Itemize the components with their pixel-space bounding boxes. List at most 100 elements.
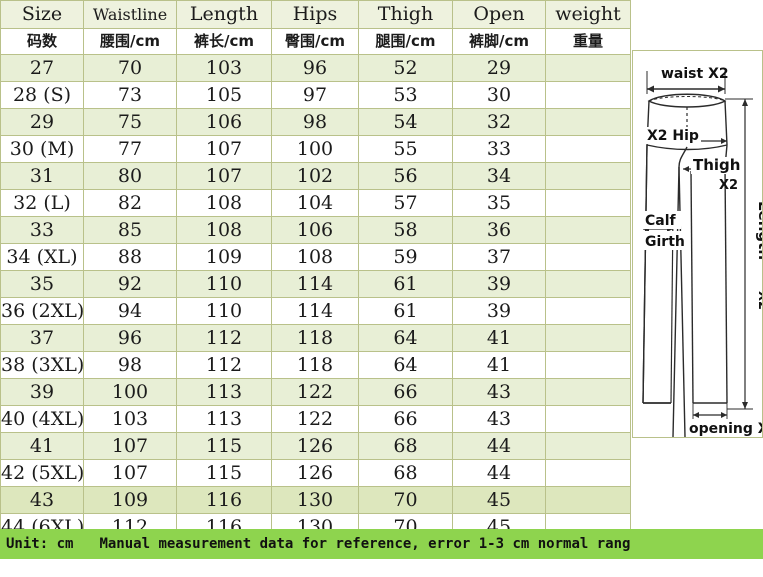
length-x2-label: X2 xyxy=(755,291,762,310)
cell-hips: 100 xyxy=(271,135,359,163)
footer-unit-label: Unit: cm xyxy=(6,536,74,552)
cell-thigh: 56 xyxy=(358,162,453,190)
cell-length: 105 xyxy=(176,81,272,109)
cell-waistline: 109 xyxy=(83,486,177,514)
pants-measurement-diagram: waist X2 X2 Hip Thigh X2 Calf Girth Leng… xyxy=(632,50,763,438)
cell-thigh: 64 xyxy=(358,324,453,352)
cell-waistline: 92 xyxy=(83,270,177,298)
cell-length: 109 xyxy=(176,243,272,271)
cell-weight xyxy=(545,486,631,514)
cell-size: 41 xyxy=(0,432,84,460)
cell-size: 37 xyxy=(0,324,84,352)
cell-thigh: 54 xyxy=(358,108,453,136)
table-row: 39 100 113 122 66 43 xyxy=(0,378,631,406)
cell-size: 38 (3XL) xyxy=(0,351,84,379)
cell-open: 43 xyxy=(452,378,546,406)
cell-hips: 126 xyxy=(271,432,359,460)
cell-length: 107 xyxy=(176,135,272,163)
size-chart-page: Size Waistline Length Hips Thigh Open weight 码数… xyxy=(0,0,763,577)
cell-open: 32 xyxy=(452,108,546,136)
table-row: 36 (2XL) 94 110 114 61 39 xyxy=(0,297,631,325)
cell-waistline: 107 xyxy=(83,459,177,487)
cell-open: 41 xyxy=(452,351,546,379)
column-header-hips: Hips xyxy=(271,0,359,29)
cell-hips: 96 xyxy=(271,54,359,82)
cell-size: 28 (S) xyxy=(0,81,84,109)
cell-size: 34 (XL) xyxy=(0,243,84,271)
cell-size: 35 xyxy=(0,270,84,298)
cell-length: 108 xyxy=(176,189,272,217)
cell-open: 43 xyxy=(452,405,546,433)
table-row: 35 92 110 114 61 39 xyxy=(0,270,631,298)
cell-length: 113 xyxy=(176,378,272,406)
cell-hips: 122 xyxy=(271,378,359,406)
cell-thigh: 58 xyxy=(358,216,453,244)
table-row: 37 96 112 118 64 41 xyxy=(0,324,631,352)
cell-hips: 104 xyxy=(271,189,359,217)
calf-label: Calf xyxy=(645,213,677,229)
cell-size: 42 (5XL) xyxy=(0,459,84,487)
cell-size: 40 (4XL) xyxy=(0,405,84,433)
table-row: 33 85 108 106 58 36 xyxy=(0,216,631,244)
cell-length: 112 xyxy=(176,351,272,379)
cell-waistline: 75 xyxy=(83,108,177,136)
cell-weight xyxy=(545,270,631,298)
cell-length: 103 xyxy=(176,54,272,82)
cell-weight xyxy=(545,162,631,190)
footer-note-band: Unit: cm Manual measurement data for refe… xyxy=(0,529,630,559)
cell-open: 39 xyxy=(452,270,546,298)
cell-hips: 97 xyxy=(271,81,359,109)
table-header-row-cn: 码数 腰围/cm 裤长/cm 臀围/cm 腿围/cm 裤脚/cm 重量 xyxy=(0,28,631,55)
cell-weight xyxy=(545,108,631,136)
cell-length: 113 xyxy=(176,405,272,433)
cell-length: 116 xyxy=(176,486,272,514)
table-row: 28 (S) 73 105 97 53 30 xyxy=(0,81,631,109)
cell-weight xyxy=(545,135,631,163)
table-row: 30 (M) 77 107 100 55 33 xyxy=(0,135,631,163)
thigh-label: Thigh xyxy=(693,156,740,174)
column-header-waistline: Waistline xyxy=(83,0,177,29)
cell-open: 29 xyxy=(452,54,546,82)
cell-waistline: 70 xyxy=(83,54,177,82)
table-row: 34 (XL) 88 109 108 59 37 xyxy=(0,243,631,271)
cell-thigh: 66 xyxy=(358,378,453,406)
cell-hips: 126 xyxy=(271,459,359,487)
cell-thigh: 68 xyxy=(358,432,453,460)
cell-thigh: 52 xyxy=(358,54,453,82)
footer-note: Manual measurement data for reference, e… xyxy=(99,536,630,552)
cell-open: 45 xyxy=(452,486,546,514)
column-header-weight: weight xyxy=(545,0,631,29)
table-row: 31 80 107 102 56 34 xyxy=(0,162,631,190)
cell-waistline: 94 xyxy=(83,297,177,325)
cell-weight xyxy=(545,351,631,379)
cell-size: 32 (L) xyxy=(0,189,84,217)
cell-hips: 114 xyxy=(271,297,359,325)
cell-length: 112 xyxy=(176,324,272,352)
cell-weight xyxy=(545,297,631,325)
waist-label: waist X2 xyxy=(661,66,729,82)
pants-diagram-svg: waist X2 X2 Hip Thigh X2 Calf Girth Leng… xyxy=(642,65,762,437)
cell-open: 41 xyxy=(452,324,546,352)
cell-thigh: 59 xyxy=(358,243,453,271)
cell-size: 27 xyxy=(0,54,84,82)
cell-open: 30 xyxy=(452,81,546,109)
cell-open: 36 xyxy=(452,216,546,244)
hip-label: X2 Hip xyxy=(647,128,699,144)
cell-open: 44 xyxy=(452,432,546,460)
column-header-size: Size xyxy=(0,0,84,29)
cell-waistline: 88 xyxy=(83,243,177,271)
cell-weight xyxy=(545,54,631,82)
table-row: 42 (5XL) 107 115 126 68 44 xyxy=(0,459,631,487)
table-row: 41 107 115 126 68 44 xyxy=(0,432,631,460)
cell-weight xyxy=(545,432,631,460)
cell-thigh: 61 xyxy=(358,270,453,298)
cell-waistline: 103 xyxy=(83,405,177,433)
thigh-x2-label: X2 xyxy=(719,178,738,193)
table-row: 43 109 116 130 70 45 xyxy=(0,486,631,514)
cell-weight xyxy=(545,243,631,271)
cell-open: 39 xyxy=(452,297,546,325)
cell-open: 35 xyxy=(452,189,546,217)
column-header-cn-0: 码数 xyxy=(0,28,84,55)
cell-hips: 108 xyxy=(271,243,359,271)
cell-waistline: 73 xyxy=(83,81,177,109)
